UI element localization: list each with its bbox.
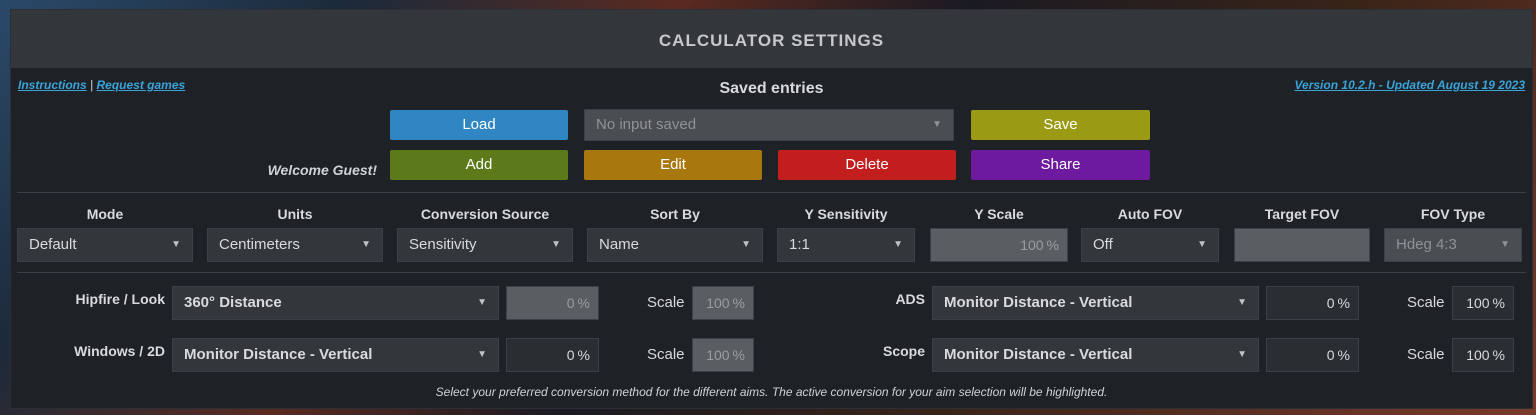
hipfire-percent-input: 0% xyxy=(506,286,599,320)
chevron-down-icon: ▼ xyxy=(893,239,903,250)
conversion-source-label: Conversion Source xyxy=(420,206,550,222)
scope-method-value: Monitor Distance - Vertical xyxy=(944,346,1133,363)
fov-type-select: Hdeg 4:3 ▼ xyxy=(1384,228,1522,262)
scope-scale-label: Scale xyxy=(1407,346,1445,363)
windows-method-select[interactable]: Monitor Distance - Vertical ▼ xyxy=(172,338,499,372)
ads-percent-value: 0 xyxy=(1326,295,1335,311)
auto-fov-label: Auto FOV xyxy=(1117,206,1183,222)
ads-method-value: Monitor Distance - Vertical xyxy=(944,294,1133,311)
windows-percent-input[interactable]: 0% xyxy=(506,338,599,372)
y-sensitivity-value: 1:1 xyxy=(789,236,810,253)
chevron-down-icon: ▼ xyxy=(1500,239,1510,250)
fov-type-value: Hdeg 4:3 xyxy=(1396,236,1457,253)
hipfire-scale-value: 100 xyxy=(706,295,730,311)
chevron-down-icon: ▼ xyxy=(1237,297,1247,308)
hipfire-scale-label: Scale xyxy=(647,294,685,311)
add-button[interactable]: Add xyxy=(390,150,568,180)
target-fov-input xyxy=(1234,228,1370,262)
percent-unit: % xyxy=(732,347,745,363)
panel-header: CALCULATOR SETTINGS xyxy=(11,10,1532,68)
chevron-down-icon: ▼ xyxy=(932,119,942,130)
percent-unit: % xyxy=(1046,237,1059,253)
conversion-footnote: Select your preferred conversion method … xyxy=(435,385,1108,399)
fov-type-label: FOV Type xyxy=(1420,206,1486,222)
delete-button[interactable]: Delete xyxy=(778,150,956,180)
percent-unit: % xyxy=(1337,295,1350,311)
sort-by-select[interactable]: Name ▼ xyxy=(587,228,763,262)
windows-label: Windows / 2D xyxy=(74,343,165,359)
scope-percent-value: 0 xyxy=(1326,347,1335,363)
units-label: Units xyxy=(277,206,313,222)
scope-scale-value: 100 xyxy=(1466,347,1490,363)
scope-scale-input[interactable]: 100% xyxy=(1452,338,1514,372)
ads-scale-label: Scale xyxy=(1407,294,1445,311)
auto-fov-value: Off xyxy=(1093,236,1113,253)
chevron-down-icon: ▼ xyxy=(477,297,487,308)
sort-by-label: Sort By xyxy=(650,206,700,222)
saved-entries-select[interactable]: No input saved ▼ xyxy=(584,109,954,141)
chevron-down-icon: ▼ xyxy=(477,349,487,360)
edit-button[interactable]: Edit xyxy=(584,150,762,180)
hipfire-percent-value: 0 xyxy=(566,295,575,311)
y-scale-input: 100% xyxy=(930,228,1068,262)
mode-label: Mode xyxy=(86,206,124,222)
windows-percent-value: 0 xyxy=(566,347,575,363)
percent-unit: % xyxy=(732,295,745,311)
percent-unit: % xyxy=(1337,347,1350,363)
conversion-source-select[interactable]: Sensitivity ▼ xyxy=(397,228,573,262)
percent-unit: % xyxy=(577,347,590,363)
hipfire-scale-input: 100% xyxy=(692,286,754,320)
hipfire-method-value: 360° Distance xyxy=(184,294,282,311)
windows-scale-value: 100 xyxy=(706,347,730,363)
y-sensitivity-select[interactable]: 1:1 ▼ xyxy=(777,228,915,262)
saved-entries-placeholder: No input saved xyxy=(596,116,697,133)
divider xyxy=(17,192,1526,193)
ads-percent-input[interactable]: 0% xyxy=(1266,286,1359,320)
scope-percent-input[interactable]: 0% xyxy=(1266,338,1359,372)
percent-unit: % xyxy=(1492,295,1505,311)
ads-scale-input[interactable]: 100% xyxy=(1452,286,1514,320)
calculator-settings-panel: CALCULATOR SETTINGS Instructions | Reque… xyxy=(10,9,1533,409)
chevron-down-icon: ▼ xyxy=(741,239,751,250)
units-select[interactable]: Centimeters ▼ xyxy=(207,228,383,262)
chevron-down-icon: ▼ xyxy=(1197,239,1207,250)
mode-value: Default xyxy=(29,236,77,253)
share-button[interactable]: Share xyxy=(971,150,1150,180)
windows-method-value: Monitor Distance - Vertical xyxy=(184,346,373,363)
scope-label: Scope xyxy=(882,343,925,359)
percent-unit: % xyxy=(1492,347,1505,363)
welcome-message: Welcome Guest! xyxy=(267,162,377,178)
auto-fov-select[interactable]: Off ▼ xyxy=(1081,228,1219,262)
chevron-down-icon: ▼ xyxy=(551,239,561,250)
mode-select[interactable]: Default ▼ xyxy=(17,228,193,262)
chevron-down-icon: ▼ xyxy=(361,239,371,250)
target-fov-label: Target FOV xyxy=(1264,206,1340,222)
chevron-down-icon: ▼ xyxy=(171,239,181,250)
hipfire-method-select[interactable]: 360° Distance ▼ xyxy=(172,286,499,320)
hipfire-label: Hipfire / Look xyxy=(75,291,165,307)
ads-label: ADS xyxy=(895,291,925,307)
windows-scale-label: Scale xyxy=(647,346,685,363)
load-button[interactable]: Load xyxy=(390,110,568,140)
save-button[interactable]: Save xyxy=(971,110,1150,140)
windows-scale-input: 100% xyxy=(692,338,754,372)
ads-method-select[interactable]: Monitor Distance - Vertical ▼ xyxy=(932,286,1259,320)
saved-entries-title: Saved entries xyxy=(719,80,824,97)
conversion-source-value: Sensitivity xyxy=(409,236,477,253)
scope-method-select[interactable]: Monitor Distance - Vertical ▼ xyxy=(932,338,1259,372)
divider xyxy=(17,272,1526,273)
ads-scale-value: 100 xyxy=(1466,295,1490,311)
y-scale-value: 100 xyxy=(1020,237,1044,253)
chevron-down-icon: ▼ xyxy=(1237,349,1247,360)
y-sensitivity-label: Y Sensitivity xyxy=(804,206,888,222)
units-value: Centimeters xyxy=(219,236,300,253)
sort-by-value: Name xyxy=(599,236,640,253)
percent-unit: % xyxy=(577,295,590,311)
y-scale-label: Y Scale xyxy=(974,206,1024,222)
